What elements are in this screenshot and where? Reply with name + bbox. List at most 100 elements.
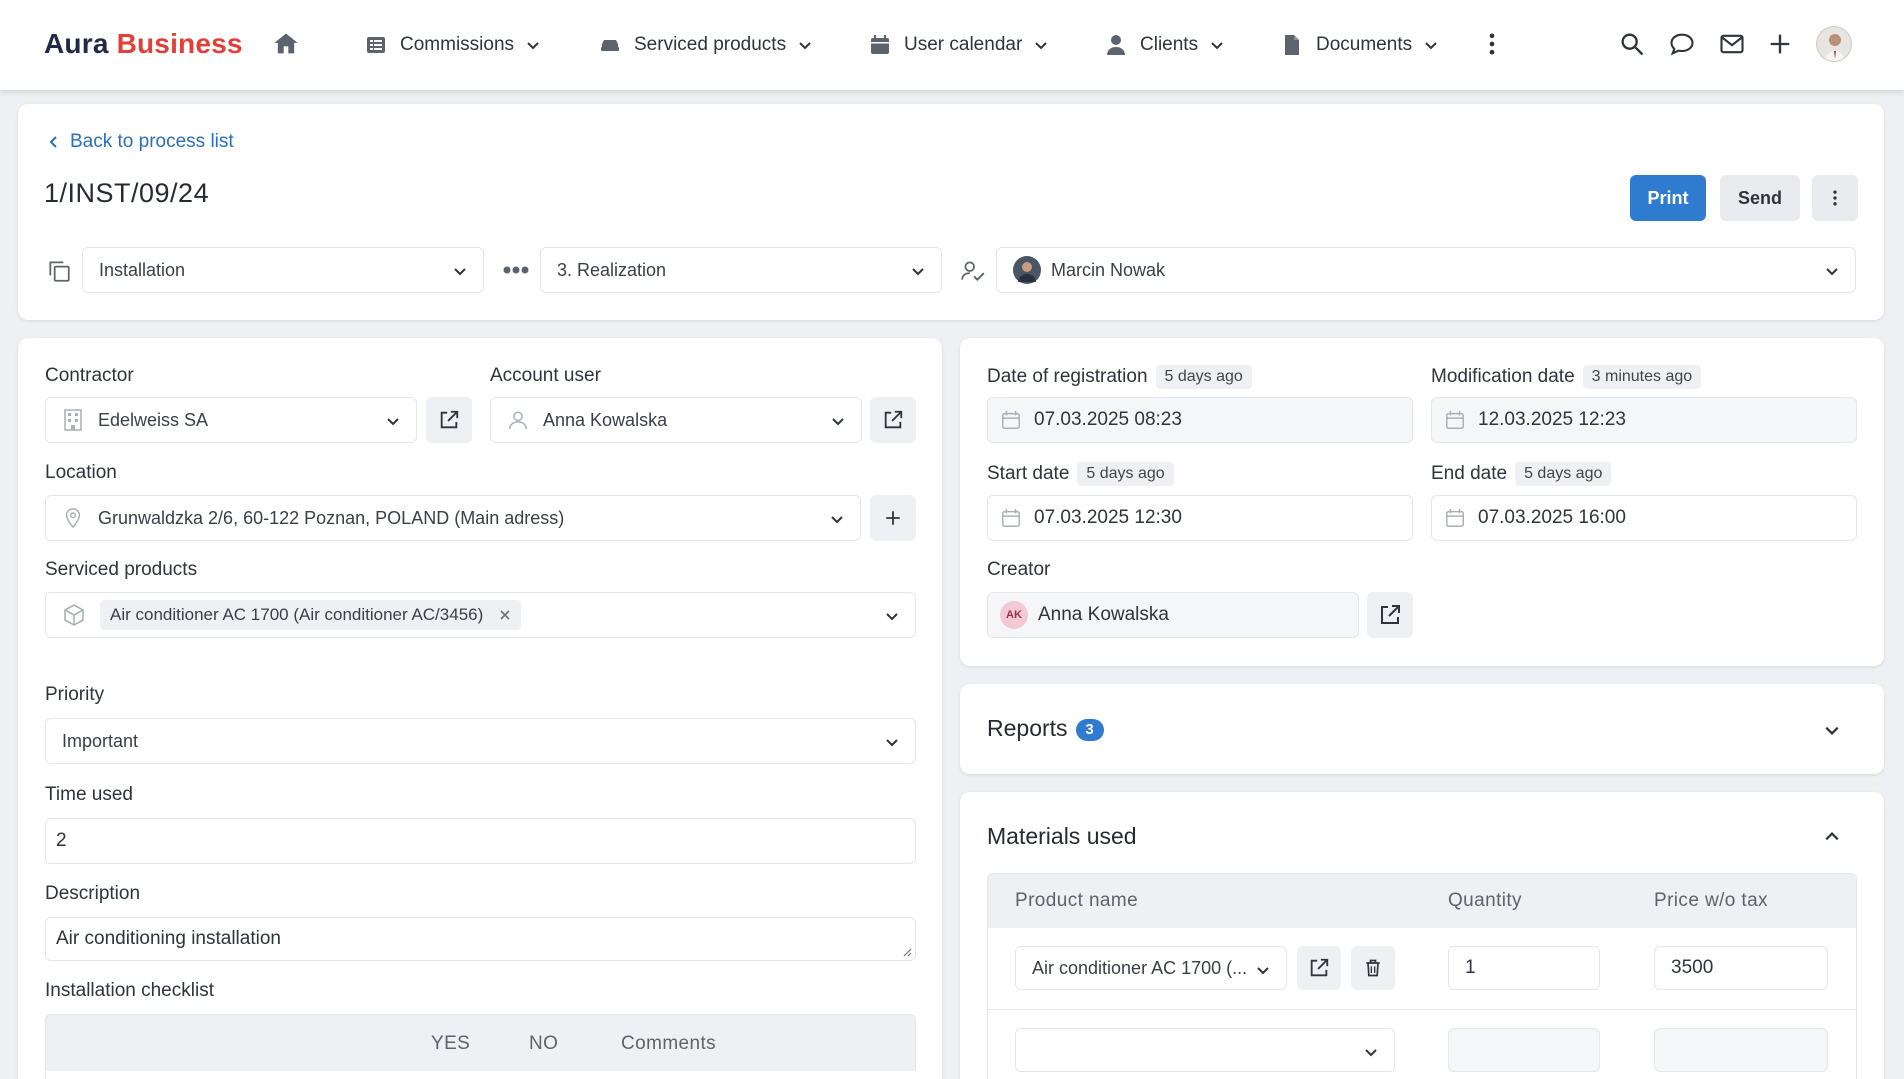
box-icon xyxy=(64,604,84,626)
reports-title-text: Reports xyxy=(987,715,1068,741)
top-navigation-bar: Aura Business Commissions Serviced produ… xyxy=(0,0,1904,90)
priority-select[interactable]: Important xyxy=(45,718,916,764)
car-icon xyxy=(601,40,619,51)
delete-material-button[interactable] xyxy=(1351,946,1395,990)
creator-field: AK Anna Kowalska xyxy=(987,592,1359,638)
modification-date-field: 12.03.2025 12:23 xyxy=(1431,397,1857,443)
nav-documents-label: Documents xyxy=(1316,34,1413,55)
material-price-input[interactable]: 3500 xyxy=(1654,946,1828,990)
open-creator-button[interactable] xyxy=(1367,592,1413,638)
resize-handle-icon[interactable] xyxy=(902,947,912,957)
add-location-button[interactable] xyxy=(870,495,916,541)
mail-icon[interactable] xyxy=(1718,30,1746,58)
search-icon[interactable] xyxy=(1618,30,1646,58)
end-date-field[interactable]: 07.03.2025 16:00 xyxy=(1431,495,1857,541)
process-type-select[interactable]: Installation xyxy=(82,247,484,293)
user-avatar[interactable] xyxy=(1816,26,1852,62)
nav-serviced-products-label: Serviced products xyxy=(634,34,787,55)
material-quantity-input[interactable] xyxy=(1448,1028,1600,1072)
serviced-product-tag-label: Air conditioner AC 1700 (Air conditioner… xyxy=(110,605,484,624)
external-link-icon xyxy=(440,410,459,429)
calendar-icon xyxy=(871,35,889,54)
more-vertical-icon xyxy=(1833,190,1837,206)
registration-ago-badge: 5 days ago xyxy=(1155,365,1252,389)
open-contractor-button[interactable] xyxy=(426,397,472,443)
chat-icon[interactable] xyxy=(1668,30,1696,58)
end-date-label-text: End date xyxy=(1431,463,1508,485)
chevron-down-icon xyxy=(1365,1049,1377,1057)
assignee-avatar xyxy=(1013,256,1041,284)
material-price-input[interactable] xyxy=(1654,1028,1828,1072)
chevron-down-icon xyxy=(1211,42,1223,50)
open-material-button[interactable] xyxy=(1297,946,1341,990)
process-type-value: Installation xyxy=(99,259,186,280)
print-button[interactable]: Print xyxy=(1630,175,1706,221)
material-quantity-input[interactable]: 1 xyxy=(1448,946,1600,990)
time-used-label: Time used xyxy=(45,784,133,805)
chevron-down-icon xyxy=(1425,42,1437,50)
nav-documents[interactable]: Documents xyxy=(1280,26,1438,64)
brand-name-part1: Aura xyxy=(44,28,109,59)
material-product-select[interactable] xyxy=(1015,1028,1395,1072)
nav-serviced-products[interactable]: Serviced products xyxy=(598,26,812,64)
more-actions-button[interactable] xyxy=(1812,175,1858,221)
description-value: Air conditioning installation xyxy=(56,928,281,949)
nav-user-calendar[interactable]: User calendar xyxy=(868,26,1048,64)
material-product-select[interactable]: Air conditioner AC 1700 (... xyxy=(1015,946,1287,990)
stage-select[interactable]: 3. Realization xyxy=(540,247,942,293)
home-icon[interactable] xyxy=(272,30,300,58)
calendar-outline-icon xyxy=(1446,508,1464,527)
nav-commissions[interactable]: Commissions xyxy=(364,26,540,64)
description-textarea[interactable]: Air conditioning installation xyxy=(45,917,916,961)
calendar-outline-icon xyxy=(1002,410,1020,429)
external-link-icon xyxy=(884,410,903,429)
brand-name-part2: Business xyxy=(116,28,243,59)
checklist-table-body-start xyxy=(46,1071,917,1079)
registration-date-label-text: Date of registration xyxy=(987,366,1148,388)
assignee-value: Marcin Nowak xyxy=(1051,259,1166,280)
contractor-value: Edelweiss SA xyxy=(98,409,209,430)
chevron-down-icon xyxy=(527,42,539,50)
location-label: Location xyxy=(45,462,117,483)
location-select[interactable]: Grunwaldzka 2/6, 60-122 Poznan, POLAND (… xyxy=(45,495,861,541)
start-date-field[interactable]: 07.03.2025 12:30 xyxy=(987,495,1413,541)
copy-icon xyxy=(49,261,70,282)
chevron-down-icon xyxy=(832,418,844,426)
list-icon xyxy=(367,37,385,53)
nav-clients[interactable]: Clients xyxy=(1104,26,1224,64)
back-to-list-link[interactable]: Back to process list xyxy=(48,131,234,153)
chevron-left-icon xyxy=(49,136,57,148)
contractor-select[interactable]: Edelweiss SA xyxy=(45,397,417,443)
back-link-label: Back to process list xyxy=(70,131,234,152)
plus-icon[interactable] xyxy=(1766,30,1794,58)
more-vertical-icon[interactable] xyxy=(1478,30,1506,58)
assignee-select[interactable]: Marcin Nowak xyxy=(996,247,1856,293)
close-icon[interactable] xyxy=(499,609,511,621)
modification-date-value: 12.03.2025 12:23 xyxy=(1478,409,1626,430)
plus-icon xyxy=(886,511,900,525)
start-ago-badge: 5 days ago xyxy=(1077,462,1174,486)
document-icon xyxy=(1285,35,1299,55)
send-button[interactable]: Send xyxy=(1720,175,1800,221)
checklist-label: Installation checklist xyxy=(45,980,214,1001)
open-account-user-button[interactable] xyxy=(870,397,916,443)
material-product-value: Air conditioner AC 1700 (... xyxy=(1032,957,1248,978)
time-used-input[interactable]: 2 xyxy=(45,818,916,864)
brand-logo[interactable]: Aura Business xyxy=(44,28,243,60)
checklist-col-comments: Comments xyxy=(621,1033,717,1054)
registration-date-field: 07.03.2025 08:23 xyxy=(987,397,1413,443)
serviced-products-select[interactable]: Air conditioner AC 1700 (Air conditioner… xyxy=(45,592,916,638)
user-avatar-icon xyxy=(1825,34,1845,61)
stage-dots-icon xyxy=(503,266,529,274)
chevron-up-icon[interactable] xyxy=(1824,829,1840,845)
nav-commissions-label: Commissions xyxy=(400,34,515,55)
contractor-label: Contractor xyxy=(45,365,134,386)
chevron-down-icon[interactable] xyxy=(1824,722,1840,738)
account-user-select[interactable]: Anna Kowalska xyxy=(490,397,862,443)
chevron-down-icon xyxy=(799,42,811,50)
external-link-icon xyxy=(1310,958,1329,977)
account-user-label: Account user xyxy=(490,365,601,386)
assignee-check-icon xyxy=(961,261,985,282)
creator-value: Anna Kowalska xyxy=(1038,604,1169,625)
chevron-down-icon xyxy=(1257,967,1269,975)
